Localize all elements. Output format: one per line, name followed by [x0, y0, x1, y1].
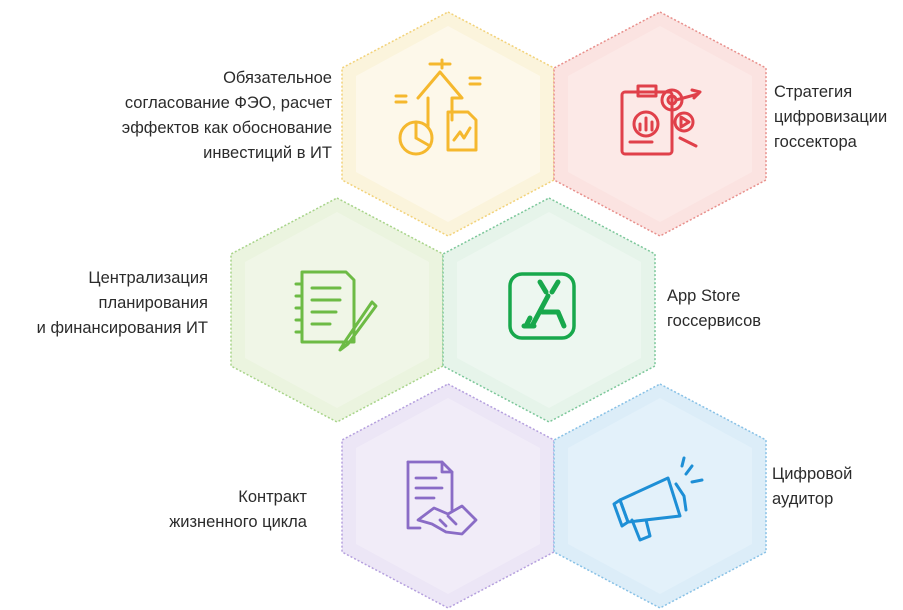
label-line: аудитор: [772, 490, 834, 508]
label-line: Контракт: [238, 488, 307, 506]
label-line: и финансирования ИТ: [36, 319, 208, 337]
label-contract: Контракт жизненного цикла: [169, 485, 307, 535]
label-line: Стратегия: [774, 83, 853, 101]
label-line: эффектов как обоснование: [121, 119, 332, 137]
label-line: Цифровой: [772, 465, 853, 483]
label-line: цифровизации: [774, 108, 888, 126]
hexagon-cell-contract: [341, 383, 555, 609]
label-line: жизненного цикла: [169, 513, 307, 531]
label-strategy: Стратегия цифровизации госсектора: [774, 80, 887, 155]
label-line: госсервисов: [667, 312, 762, 330]
label-line: инвестиций в ИТ: [203, 144, 332, 162]
label-appstore: App Store госсервисов: [667, 284, 761, 334]
label-line: App Store: [667, 287, 741, 305]
label-line: Централизация: [88, 269, 208, 287]
label-line: госсектора: [774, 133, 857, 151]
label-line: планирования: [98, 294, 208, 312]
label-line: Обязательное: [223, 69, 332, 87]
label-auditor: Цифровой аудитор: [772, 462, 852, 512]
hexagon-cell-strategy: [553, 11, 767, 237]
hexagon-cell-auditor: [553, 383, 767, 609]
label-feo: Обязательное согласование ФЭО, расчет эф…: [122, 66, 332, 166]
hexagon-cell-planning: [230, 197, 444, 423]
label-line: согласование ФЭО, расчет: [124, 94, 332, 112]
label-planning: Централизация планирования и финансирова…: [37, 266, 208, 341]
